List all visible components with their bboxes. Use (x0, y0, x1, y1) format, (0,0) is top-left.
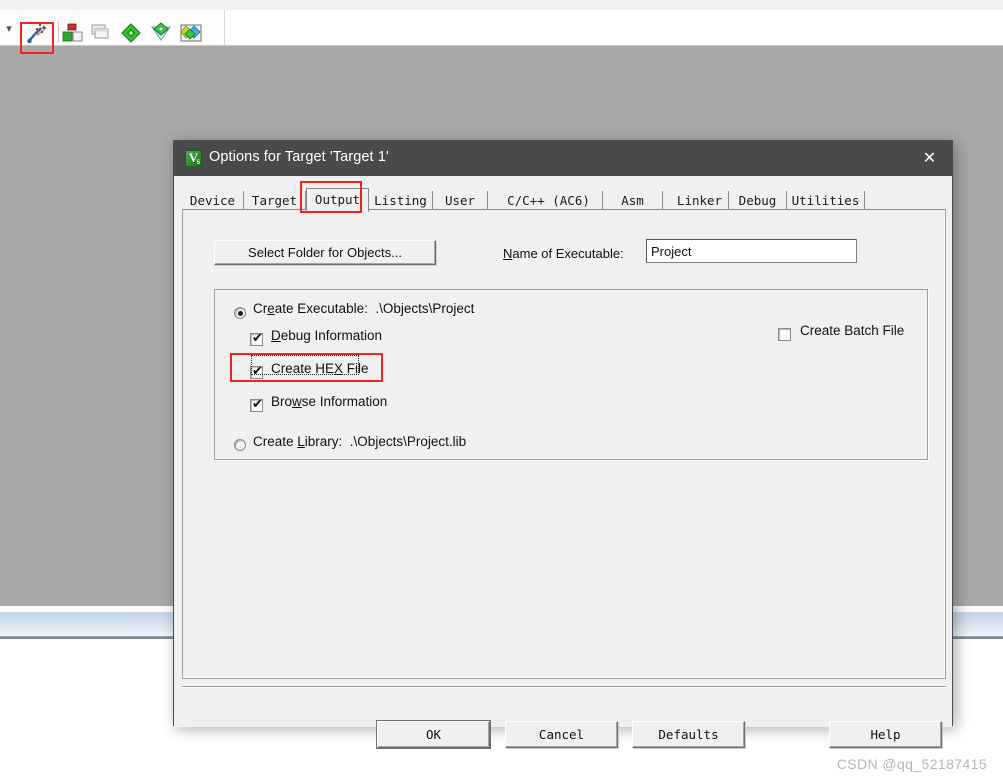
dialog-titlebar: V 5 Options for Target 'Target 1' ✕ (174, 141, 952, 176)
name-of-executable-label: Name of Executable: (503, 246, 624, 261)
uvision-icon-version: 5 (196, 160, 200, 166)
create-batch-file-label: Create Batch File (800, 323, 905, 338)
dialog-title: Options for Target 'Target 1' (209, 149, 389, 165)
uvision-icon: V 5 (185, 150, 202, 167)
tab-user[interactable]: User (433, 191, 488, 210)
debug-information-label: Debug Information (271, 328, 383, 343)
toolbar-separator (58, 21, 59, 43)
create-hex-file-highlight-box (230, 353, 383, 382)
output-tab-highlight-box (300, 181, 362, 213)
toolbar-left-group: ▾ (0, 10, 225, 54)
target-options-highlight-box (20, 22, 54, 54)
browse-information-label: Browse Information (271, 394, 388, 409)
defaults-button[interactable]: Defaults (632, 721, 745, 748)
debug-information-checkbox[interactable]: ✔ (250, 331, 263, 346)
dialog-button-separator (182, 686, 946, 688)
cancel-button[interactable]: Cancel (505, 721, 618, 748)
watermark: CSDN @qq_52187415 (836, 756, 987, 772)
name-of-executable-input[interactable]: Project (646, 239, 857, 263)
close-icon[interactable]: ✕ (907, 141, 952, 176)
create-batch-file-checkbox[interactable] (778, 328, 791, 341)
create-library-label: Create Library: .\Objects\Project.lib (253, 434, 467, 449)
main-toolbar: ▾ (0, 10, 1003, 54)
create-executable-radio[interactable] (234, 307, 246, 319)
create-library-radio[interactable] (234, 439, 246, 451)
tab-asm[interactable]: Asm (603, 191, 663, 210)
tab-c-cpp[interactable]: C/C++ (AC6) (495, 191, 603, 210)
dialog-body: Device Target Output Listing User C/C++ … (174, 176, 952, 748)
tab-device[interactable]: Device (182, 191, 244, 210)
create-executable-label: Create Executable: .\Objects\Project (253, 301, 475, 316)
check-glyph: ✔ (252, 331, 263, 346)
multi-project-icon[interactable] (90, 22, 112, 44)
tab-listing[interactable]: Listing (369, 191, 433, 210)
toolbar-right-group (225, 10, 1003, 45)
options-for-target-dialog: V 5 Options for Target 'Target 1' ✕ Devi… (173, 140, 953, 748)
select-folder-for-objects-button[interactable]: Select Folder for Objects... (214, 240, 436, 265)
tab-target[interactable]: Target (244, 191, 306, 210)
manage-project-items-icon[interactable] (62, 22, 84, 44)
radio-dot (237, 310, 243, 316)
manage-run-time-icon[interactable] (180, 22, 202, 44)
tab-strip: Device Target Output Listing User C/C++ … (182, 188, 946, 212)
check-glyph: ✔ (252, 397, 263, 412)
ok-button[interactable]: OK (377, 721, 490, 748)
green-diamond-icon[interactable] (120, 22, 142, 44)
browse-information-checkbox[interactable]: ✔ (250, 397, 263, 412)
tab-debug[interactable]: Debug (729, 191, 787, 210)
tab-linker[interactable]: Linker (671, 191, 729, 210)
help-button[interactable]: Help (829, 721, 942, 748)
tab-utilities[interactable]: Utilities (787, 191, 865, 210)
pack-installer-icon[interactable] (150, 22, 172, 44)
tab-content-panel: Select Folder for Objects... Name of Exe… (182, 209, 946, 679)
chevron-down-icon[interactable]: ▾ (2, 23, 16, 35)
